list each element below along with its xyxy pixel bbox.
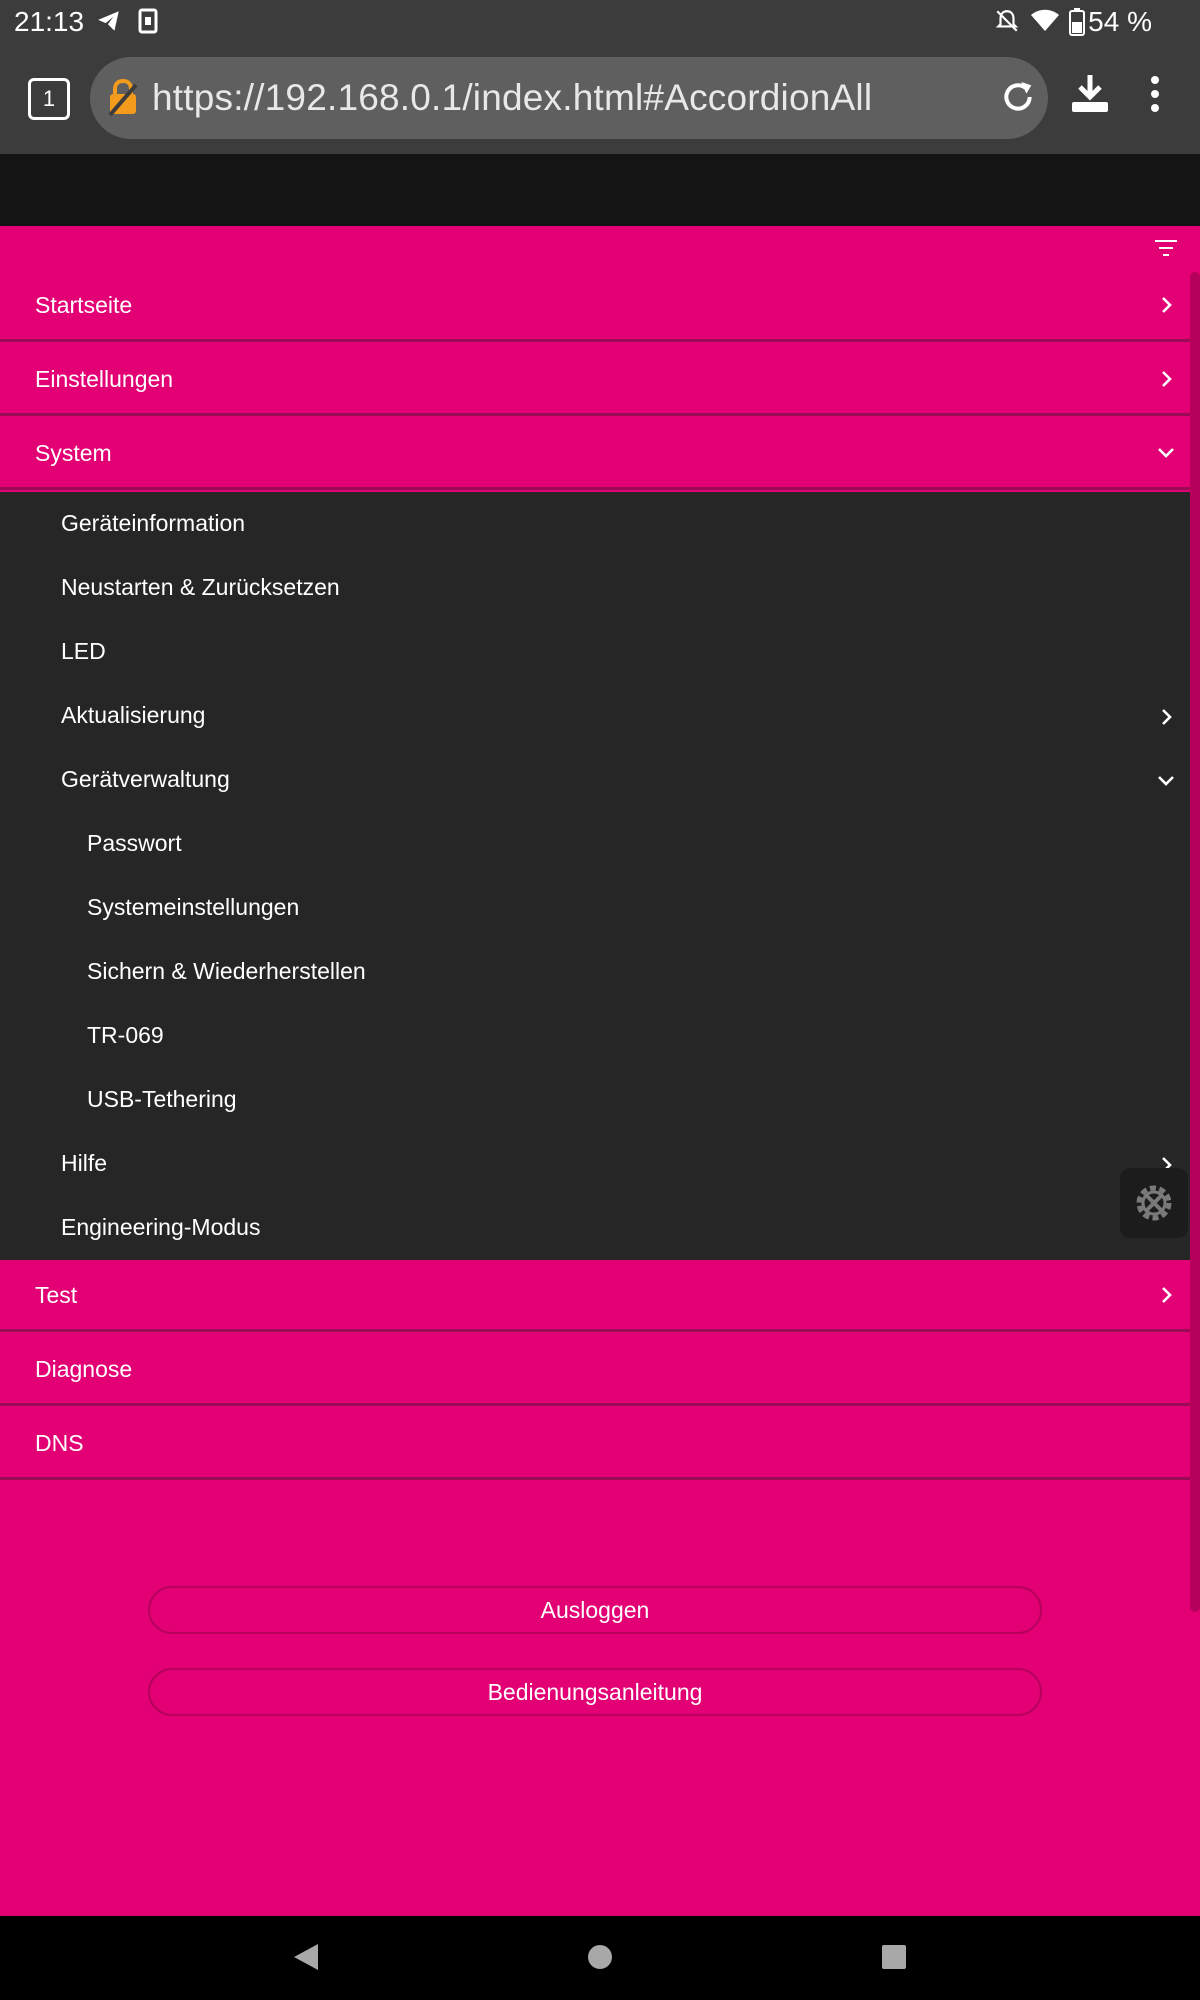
submenu-item-sichern[interactable]: Sichern & Wiederherstellen xyxy=(0,940,1190,1004)
nav-item-label: Einstellungen xyxy=(35,366,174,392)
nav-item-diagnose[interactable]: Diagnose xyxy=(0,1334,1190,1406)
nav-item-dns[interactable]: DNS xyxy=(0,1408,1190,1480)
download-icon[interactable] xyxy=(1068,72,1112,121)
battery-percent: 54 % xyxy=(1088,6,1152,37)
back-icon[interactable] xyxy=(292,1942,320,1977)
tools-fab[interactable] xyxy=(1120,1168,1188,1238)
submenu-item-label: Gerätverwaltung xyxy=(61,766,230,792)
wifi-icon xyxy=(1030,8,1060,39)
submenu-item-label: Systemeinstellungen xyxy=(87,894,300,920)
reload-icon[interactable] xyxy=(998,77,1038,122)
submenu-item-label: TR-069 xyxy=(87,1022,164,1048)
browser-toolbar: 1 https://192.168.0.1/index.html#Accordi… xyxy=(0,44,1200,154)
submenu-item-engineering-modus[interactable]: Engineering-Modus xyxy=(0,1196,1190,1260)
navigation-page: Startseite Einstellungen System Gerätein… xyxy=(0,226,1200,1916)
address-bar[interactable]: https://192.168.0.1/index.html#Accordion… xyxy=(90,57,1048,139)
submenu-item-aktualisierung[interactable]: Aktualisierung xyxy=(0,684,1190,748)
nav-item-test[interactable]: Test xyxy=(0,1260,1190,1332)
submenu-item-systemeinstellungen[interactable]: Systemeinstellungen xyxy=(0,876,1190,940)
submenu-item-label: Neustarten & Zurücksetzen xyxy=(61,574,340,600)
submenu-item-label: LED xyxy=(61,638,106,664)
nav-item-label: System xyxy=(35,440,112,466)
url-text[interactable]: https://192.168.0.1/index.html#Accordion… xyxy=(152,77,872,119)
submenu-item-neustarten[interactable]: Neustarten & Zurücksetzen xyxy=(0,556,1190,620)
mute-icon xyxy=(994,8,1020,39)
header-band xyxy=(0,154,1200,226)
chevron-right-icon xyxy=(1158,706,1176,733)
system-navigation-bar xyxy=(0,1916,1200,2000)
submenu-item-label: Aktualisierung xyxy=(61,702,206,728)
gear-tools-icon xyxy=(1130,1179,1178,1232)
submenu-item-usb-tethering[interactable]: USB-Tethering xyxy=(0,1068,1190,1132)
submenu-item-label: Geräteinformation xyxy=(61,510,246,536)
battery-icon xyxy=(1068,8,1086,41)
submenu-item-label: Engineering-Modus xyxy=(61,1214,261,1240)
chevron-right-icon xyxy=(1158,294,1176,321)
status-time: 21:13 xyxy=(14,6,85,37)
submenu-item-hilfe[interactable]: Hilfe xyxy=(0,1132,1190,1196)
submenu-item-geraetverwaltung[interactable]: Gerätverwaltung xyxy=(0,748,1190,812)
chevron-right-icon xyxy=(1158,368,1176,395)
submenu-item-led[interactable]: LED xyxy=(0,620,1190,684)
nav-item-label: Test xyxy=(35,1282,78,1308)
nav-item-einstellungen[interactable]: Einstellungen xyxy=(0,344,1190,416)
telegram-icon xyxy=(96,8,122,39)
menu-icon[interactable] xyxy=(1142,74,1168,119)
chevron-down-icon xyxy=(1156,442,1176,469)
home-icon[interactable] xyxy=(586,1942,614,1977)
nav-item-system[interactable]: System xyxy=(0,418,1190,490)
nav-item-label: Startseite xyxy=(35,292,133,318)
sim-icon xyxy=(138,8,158,39)
submenu-item-label: Sichern & Wiederherstellen xyxy=(87,958,366,984)
scrollbar[interactable] xyxy=(1190,272,1200,1612)
system-submenu: Geräteinformation Neustarten & Zurückset… xyxy=(0,492,1190,1260)
submenu-item-label: USB-Tethering xyxy=(87,1086,237,1112)
chevron-right-icon xyxy=(1158,1284,1176,1311)
nav-item-label: Diagnose xyxy=(35,1356,133,1382)
status-bar: 21:13 54 % xyxy=(0,0,1200,44)
filter-icon[interactable] xyxy=(1154,238,1178,263)
insecure-lock-icon[interactable] xyxy=(106,78,140,122)
nav-item-startseite[interactable]: Startseite xyxy=(0,270,1190,342)
submenu-item-label: Hilfe xyxy=(61,1150,108,1176)
submenu-item-geraeteinformation[interactable]: Geräteinformation xyxy=(0,492,1190,556)
recents-icon[interactable] xyxy=(880,1942,908,1977)
chevron-down-icon xyxy=(1156,770,1176,797)
nav-item-label: DNS xyxy=(35,1430,84,1456)
submenu-item-passwort[interactable]: Passwort xyxy=(0,812,1190,876)
manual-button[interactable]: Bedienungsanleitung xyxy=(148,1668,1042,1716)
submenu-item-label: Passwort xyxy=(87,830,182,856)
logout-button[interactable]: Ausloggen xyxy=(148,1586,1042,1634)
submenu-item-tr069[interactable]: TR-069 xyxy=(0,1004,1190,1068)
tab-switcher-button[interactable]: 1 xyxy=(28,78,70,120)
